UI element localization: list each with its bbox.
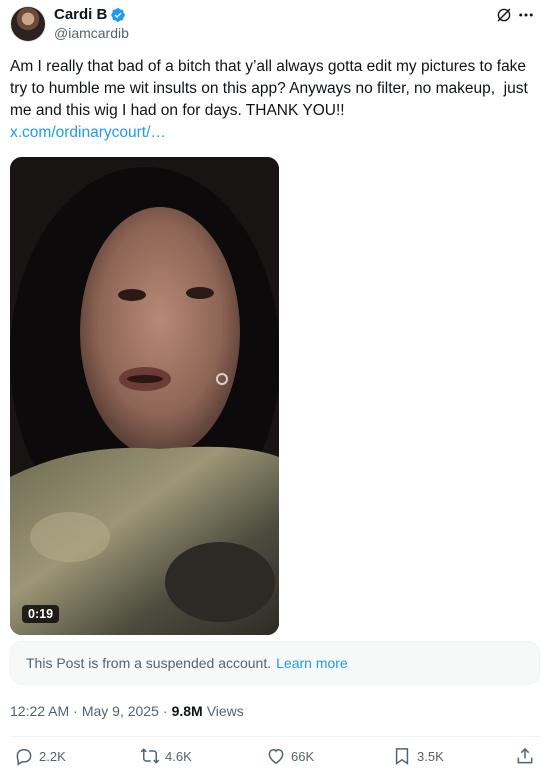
views-label: Views <box>206 703 244 719</box>
repost-count: 4.6K <box>165 748 192 764</box>
bookmark-icon <box>395 748 409 765</box>
bookmark-count: 3.5K <box>417 748 444 764</box>
video-player[interactable]: 0:19 <box>10 157 279 635</box>
repost-icon <box>140 748 160 764</box>
post-text: Am I really that bad of a bitch that y’a… <box>10 58 533 119</box>
like-icon <box>268 748 284 764</box>
post-date[interactable]: May 9, 2025 <box>82 703 159 719</box>
post: Cardi B @iamcardib Am I really that bad … <box>0 0 545 775</box>
meta-separator: · <box>73 703 78 719</box>
reply-icon <box>16 749 32 766</box>
action-bar: 2.2K 4.6K 66K 3.5K <box>0 746 545 772</box>
avatar[interactable] <box>10 6 46 42</box>
more-icon[interactable] <box>517 6 535 24</box>
share-button[interactable] <box>515 746 535 766</box>
meta-separator-2: · <box>162 703 168 719</box>
post-meta: 12:22 AM · May 9, 2025 · 9.8M Views <box>10 703 244 719</box>
divider <box>10 736 540 737</box>
like-count: 66K <box>291 748 315 764</box>
post-link[interactable]: x.com/ordinarycourt/… <box>10 122 166 144</box>
name-row: Cardi B <box>54 6 126 23</box>
suspended-notice: This Post is from a suspended account. L… <box>10 641 540 685</box>
verified-badge-icon <box>111 7 126 22</box>
bookmark-button[interactable]: 3.5K <box>392 746 444 766</box>
display-name[interactable]: Cardi B <box>54 6 107 23</box>
learn-more-link[interactable]: Learn more <box>276 655 348 671</box>
reply-button[interactable]: 2.2K <box>14 746 66 766</box>
share-icon <box>517 747 533 764</box>
handle[interactable]: @iamcardib <box>54 25 129 41</box>
repost-button[interactable]: 4.6K <box>140 746 192 766</box>
views-count: 9.8M <box>171 703 203 719</box>
notice-text: This Post is from a suspended account. <box>26 655 272 671</box>
post-time[interactable]: 12:22 AM <box>10 703 69 719</box>
reply-count: 2.2K <box>39 748 66 764</box>
video-duration: 0:19 <box>22 605 60 623</box>
post-header: Cardi B @iamcardib <box>10 4 535 44</box>
video-thumbnail <box>10 157 279 635</box>
grok-icon[interactable] <box>495 6 513 24</box>
like-button[interactable]: 66K <box>266 746 314 766</box>
